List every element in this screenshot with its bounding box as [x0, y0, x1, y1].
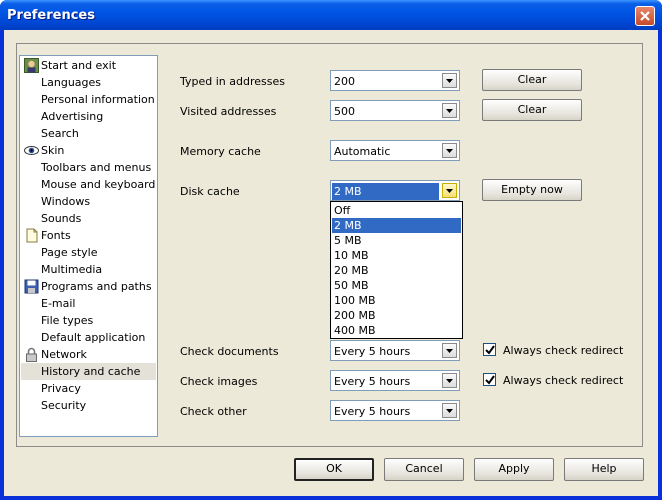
- visited-addresses-select[interactable]: 500: [330, 100, 460, 121]
- sidebar-item-history-and-cache[interactable]: History and cache: [21, 363, 156, 380]
- sidebar-item-privacy[interactable]: Privacy: [21, 380, 156, 397]
- sidebar-item-advertising[interactable]: Advertising: [21, 108, 156, 125]
- redirect-images-checkbox[interactable]: [483, 373, 496, 386]
- sidebar-item-security[interactable]: Security: [21, 397, 156, 414]
- sidebar-item-languages[interactable]: Languages: [21, 74, 156, 91]
- sidebar-item-personal-information[interactable]: Personal information: [21, 91, 156, 108]
- chevron-down-icon[interactable]: [442, 373, 457, 388]
- redirect-images-label[interactable]: Always check redirect: [503, 374, 623, 387]
- check-images-select[interactable]: Every 5 hours: [330, 370, 460, 391]
- ok-button[interactable]: OK: [294, 458, 374, 481]
- typed-addresses-select[interactable]: 200: [330, 70, 460, 91]
- chevron-down-icon[interactable]: [442, 103, 457, 118]
- sidebar-item-search[interactable]: Search: [21, 125, 156, 142]
- dropdown-option[interactable]: Off: [332, 203, 461, 218]
- dropdown-option[interactable]: 50 MB: [332, 278, 461, 293]
- empty-now-button[interactable]: Empty now: [482, 179, 582, 201]
- chevron-down-icon[interactable]: [442, 143, 457, 158]
- floppy-icon: [24, 279, 39, 294]
- sidebar-item-windows[interactable]: Windows: [21, 193, 156, 210]
- close-button[interactable]: [635, 6, 655, 26]
- check-documents-select[interactable]: Every 5 hours: [330, 340, 460, 361]
- visited-addresses-label: Visited addresses: [180, 105, 277, 118]
- clear-visited-button[interactable]: Clear: [482, 99, 582, 121]
- sidebar-item-fonts[interactable]: Fonts: [21, 227, 156, 244]
- sidebar-item-default-application[interactable]: Default application: [21, 329, 156, 346]
- dropdown-option-selected[interactable]: 2 MB: [332, 218, 461, 233]
- sidebar-item-sounds[interactable]: Sounds: [21, 210, 156, 227]
- cancel-button[interactable]: Cancel: [384, 458, 464, 481]
- dropdown-option[interactable]: 100 MB: [332, 293, 461, 308]
- disk-cache-select[interactable]: 2 MB: [330, 180, 460, 201]
- eye-icon: [24, 146, 39, 155]
- dropdown-option[interactable]: 20 MB: [332, 263, 461, 278]
- checkmark-icon: [485, 345, 495, 355]
- sidebar-item-multimedia[interactable]: Multimedia: [21, 261, 156, 278]
- sidebar-item-page-style[interactable]: Page style: [21, 244, 156, 261]
- sidebar-item-file-types[interactable]: File types: [21, 312, 156, 329]
- category-list[interactable]: Start and exit Languages Personal inform…: [19, 55, 158, 437]
- sidebar-item-start-and-exit[interactable]: Start and exit: [21, 57, 156, 74]
- check-documents-label: Check documents: [180, 345, 279, 358]
- disk-cache-label: Disk cache: [180, 185, 240, 198]
- sidebar-item-e-mail[interactable]: E-mail: [21, 295, 156, 312]
- dropdown-option[interactable]: 400 MB: [332, 323, 461, 338]
- redirect-documents-checkbox[interactable]: [483, 343, 496, 356]
- check-other-label: Check other: [180, 405, 247, 418]
- sidebar-item-network[interactable]: Network: [21, 346, 156, 363]
- sidebar-item-programs-and-paths[interactable]: Programs and paths: [21, 278, 156, 295]
- help-button[interactable]: Help: [564, 458, 644, 481]
- person-icon: [24, 58, 39, 73]
- apply-button[interactable]: Apply: [474, 458, 554, 481]
- redirect-documents-label[interactable]: Always check redirect: [503, 344, 623, 357]
- document-icon: [26, 228, 38, 243]
- chevron-down-icon[interactable]: [442, 73, 457, 88]
- dropdown-option[interactable]: 10 MB: [332, 248, 461, 263]
- padlock-icon: [26, 347, 37, 362]
- memory-cache-select[interactable]: Automatic: [330, 140, 460, 161]
- checkmark-icon: [485, 375, 495, 385]
- window-title: Preferences: [7, 8, 95, 23]
- disk-cache-dropdown-list[interactable]: Off 2 MB 5 MB 10 MB 20 MB 50 MB 100 MB 2…: [330, 201, 463, 339]
- clear-typed-button[interactable]: Clear: [482, 69, 582, 91]
- sidebar-item-mouse-and-keyboard[interactable]: Mouse and keyboard: [21, 176, 156, 193]
- dropdown-option[interactable]: 200 MB: [332, 308, 461, 323]
- preferences-window: Preferences Start and exit Languages Per…: [0, 0, 662, 500]
- check-other-select[interactable]: Every 5 hours: [330, 400, 460, 421]
- memory-cache-label: Memory cache: [180, 145, 261, 158]
- check-images-label: Check images: [180, 375, 258, 388]
- chevron-down-icon[interactable]: [442, 403, 457, 418]
- typed-addresses-label: Typed in addresses: [180, 75, 285, 88]
- close-icon: [640, 11, 650, 21]
- chevron-down-icon[interactable]: [442, 183, 457, 198]
- dropdown-option[interactable]: 5 MB: [332, 233, 461, 248]
- sidebar-item-toolbars-and-menus[interactable]: Toolbars and menus: [21, 159, 156, 176]
- dialog-client-area: Start and exit Languages Personal inform…: [4, 30, 658, 496]
- sidebar-item-skin[interactable]: Skin: [21, 142, 156, 159]
- title-bar[interactable]: Preferences: [0, 0, 662, 30]
- chevron-down-icon[interactable]: [442, 343, 457, 358]
